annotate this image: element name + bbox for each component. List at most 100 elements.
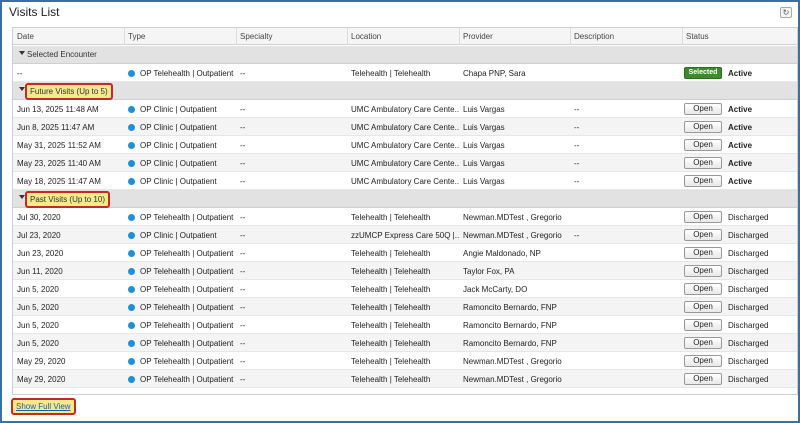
open-button[interactable]: Open <box>684 265 722 277</box>
open-button[interactable]: Open <box>684 211 722 223</box>
open-button[interactable]: Open <box>684 229 722 241</box>
cell-date: Jun 13, 2025 11:48 AM <box>17 105 99 114</box>
cell-provider: Ramoncito Bernardo, FNP <box>463 321 557 330</box>
cell-specialty: -- <box>240 321 246 330</box>
status-text: Discharged <box>728 339 769 348</box>
open-button[interactable]: Open <box>684 103 722 115</box>
cell-location: UMC Ambulatory Care Cente... <box>351 123 459 132</box>
column-divider <box>124 28 125 45</box>
cell-date: May 23, 2025 11:40 AM <box>17 159 101 168</box>
cell-description: -- <box>574 159 580 168</box>
column-divider <box>459 28 460 45</box>
table-row[interactable]: Jun 13, 2025 11:48 AM OP Clinic | Outpati… <box>13 100 797 118</box>
cell-provider: Newman.MDTest , Gregorio <box>463 231 562 240</box>
cell-date: Jun 8, 2025 11:47 AM <box>17 123 95 132</box>
table-row[interactable]: May 29, 2020 OP Telehealth | Outpatient --… <box>13 352 797 370</box>
cell-location: Telehealth | Telehealth <box>351 339 431 348</box>
cell-type: OP Telehealth | Outpatient <box>140 375 234 384</box>
group-header-selected[interactable]: Selected Encounter <box>13 46 797 64</box>
column-header-type[interactable]: Type <box>128 32 145 41</box>
open-button[interactable]: Open <box>684 301 722 313</box>
cell-location: Telehealth | Telehealth <box>351 303 431 312</box>
table-row[interactable]: -- OP Telehealth | Outpatient -- Telehealth… <box>13 64 797 82</box>
status-text: Discharged <box>728 303 769 312</box>
window-title: Visits List <box>9 5 60 19</box>
column-divider <box>682 28 683 45</box>
encounter-type-dot-icon <box>128 286 135 293</box>
cell-type: OP Clinic | Outpatient <box>140 105 217 114</box>
table-row[interactable]: May 31, 2025 11:52 AM OP Clinic | Outpati… <box>13 136 797 154</box>
column-header-location[interactable]: Location <box>351 32 381 41</box>
column-header-specialty[interactable]: Specialty <box>240 32 272 41</box>
open-button[interactable]: Open <box>684 337 722 349</box>
status-text: Discharged <box>728 267 769 276</box>
show-full-view-link[interactable]: Show Full View <box>11 398 76 415</box>
visits-list-window: Visits List ↻ Date Type Specialty Locati… <box>0 0 800 423</box>
cell-specialty: -- <box>240 231 246 240</box>
table-row[interactable]: Jun 8, 2025 11:47 AM OP Clinic | Outpatie… <box>13 118 797 136</box>
table-row[interactable]: May 18, 2025 11:47 AM OP Clinic | Outpati… <box>13 172 797 190</box>
open-button[interactable]: Open <box>684 355 722 367</box>
cell-type: OP Telehealth | Outpatient <box>140 249 234 258</box>
table-row[interactable]: Jul 23, 2020 OP Clinic | Outpatient -- zzUM… <box>13 226 797 244</box>
open-button[interactable]: Open <box>684 139 722 151</box>
encounter-type-dot-icon <box>128 142 135 149</box>
status-text: Active <box>728 141 753 150</box>
table-row[interactable]: Jun 5, 2020 OP Telehealth | Outpatient -- T… <box>13 316 797 334</box>
group-header-past[interactable]: Past Visits (Up to 10) <box>13 190 797 208</box>
encounter-type-dot-icon <box>128 214 135 221</box>
cell-date: Jul 23, 2020 <box>17 231 61 240</box>
column-header-date[interactable]: Date <box>17 32 34 41</box>
status-text: Discharged <box>728 375 769 384</box>
selected-button[interactable]: Selected <box>684 67 722 79</box>
cell-date: May 29, 2020 <box>17 357 66 366</box>
status-text: Discharged <box>728 213 769 222</box>
cell-specialty: -- <box>240 69 246 78</box>
status-text: Discharged <box>728 321 769 330</box>
table-row[interactable]: Jun 23, 2020 OP Telehealth | Outpatient --… <box>13 244 797 262</box>
table-row[interactable]: Jul 30, 2020 OP Telehealth | Outpatient --… <box>13 208 797 226</box>
column-header-provider[interactable]: Provider <box>463 32 493 41</box>
cell-type: OP Telehealth | Outpatient <box>140 357 234 366</box>
status-text: Active <box>728 105 753 114</box>
caret-down-icon[interactable] <box>19 51 25 55</box>
table-row[interactable]: Jun 5, 2020 OP Telehealth | Outpatient -- T… <box>13 334 797 352</box>
cell-location: Telehealth | Telehealth <box>351 213 431 222</box>
cell-date: Jun 5, 2020 <box>17 339 59 348</box>
table-row[interactable]: May 29, 2020 OP Telehealth | Outpatient --… <box>13 370 797 388</box>
column-divider <box>347 28 348 45</box>
encounter-type-dot-icon <box>128 250 135 257</box>
column-header-description[interactable]: Description <box>574 32 614 41</box>
open-button[interactable]: Open <box>684 283 722 295</box>
cell-date: Jun 5, 2020 <box>17 303 59 312</box>
cell-specialty: -- <box>240 177 246 186</box>
cell-location: zzUMCP Express Care 50Q |... <box>351 231 459 240</box>
table-row[interactable]: Jun 11, 2020 OP Telehealth | Outpatient --… <box>13 262 797 280</box>
status-text: Active <box>728 123 753 132</box>
cell-date: May 18, 2025 11:47 AM <box>17 177 101 186</box>
group-label: Past Visits (Up to 10) <box>25 191 110 208</box>
status-text: Discharged <box>728 285 769 294</box>
table-row[interactable]: Jun 5, 2020 OP Telehealth | Outpatient -- T… <box>13 280 797 298</box>
cell-location: Telehealth | Telehealth <box>351 267 431 276</box>
group-header-future[interactable]: Future Visits (Up to 5) <box>13 82 797 100</box>
cell-location: Telehealth | Telehealth <box>351 285 431 294</box>
open-button[interactable]: Open <box>684 175 722 187</box>
cell-provider: Luis Vargas <box>463 123 505 132</box>
table-row[interactable]: May 23, 2025 11:40 AM OP Clinic | Outpati… <box>13 154 797 172</box>
column-header-status[interactable]: Status <box>686 32 709 41</box>
cell-provider: Ramoncito Bernardo, FNP <box>463 303 557 312</box>
cell-type: OP Telehealth | Outpatient <box>140 285 234 294</box>
cell-date: Jun 5, 2020 <box>17 285 59 294</box>
cell-type: OP Telehealth | Outpatient <box>140 321 234 330</box>
open-button[interactable]: Open <box>684 247 722 259</box>
open-button[interactable]: Open <box>684 157 722 169</box>
refresh-icon[interactable]: ↻ <box>780 7 792 18</box>
open-button[interactable]: Open <box>684 319 722 331</box>
column-divider <box>570 28 571 45</box>
encounter-type-dot-icon <box>128 124 135 131</box>
open-button[interactable]: Open <box>684 121 722 133</box>
cell-provider: Angie Maldonado, NP <box>463 249 541 258</box>
table-row[interactable]: Jun 5, 2020 OP Telehealth | Outpatient -- T… <box>13 298 797 316</box>
open-button[interactable]: Open <box>684 373 722 385</box>
